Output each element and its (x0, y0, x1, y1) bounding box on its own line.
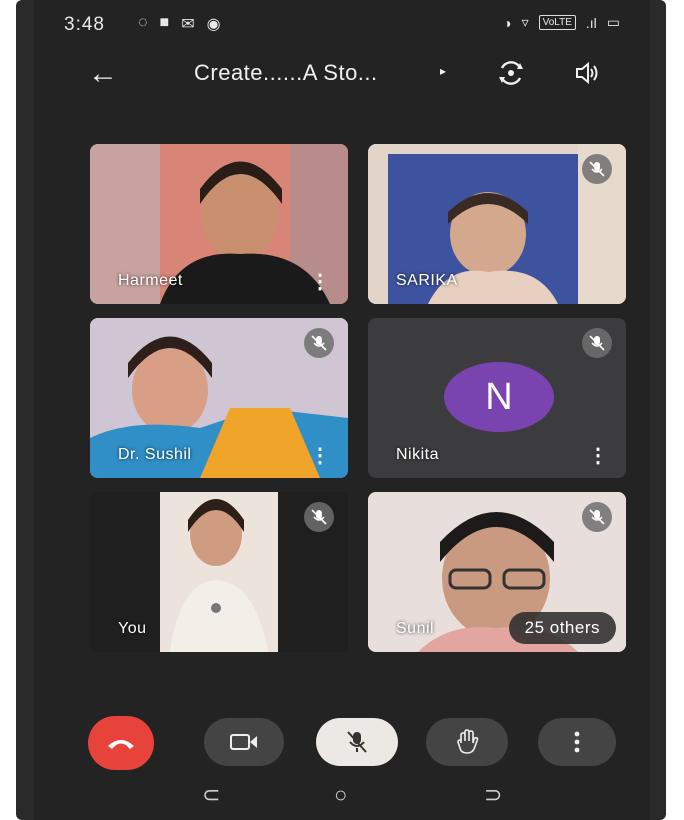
mic-off-icon (347, 731, 367, 753)
more-options-icon[interactable]: ⋮ (588, 446, 608, 466)
camera-toggle-button[interactable] (204, 718, 284, 766)
participant-name: Sunil (396, 620, 435, 637)
mic-off-badge (304, 328, 334, 358)
mic-off-badge (304, 502, 334, 532)
mic-off-icon (589, 161, 605, 177)
participant-name: SARIKA (396, 272, 458, 289)
system-icons: ◑ ▿ VoLTE .ıl ▭ (503, 14, 620, 31)
facebook-icon: ■ (159, 14, 170, 31)
participant-name: Dr. Sushil (118, 446, 192, 463)
status-bar: 3:48 ◌ ■ ✉ ◉ ◑ ▿ VoLTE .ıl ▭ (34, 0, 650, 52)
participant-name: Harmeet (118, 272, 183, 289)
meeting-toolbar: ← Create......A Sto... ▸ (34, 52, 650, 100)
mic-off-badge (582, 328, 612, 358)
end-call-button[interactable] (88, 716, 154, 770)
mic-off-icon (311, 509, 327, 525)
more-options-icon[interactable]: ⋮ (310, 272, 330, 292)
others-count-badge[interactable]: 25 others (508, 612, 616, 644)
participant-tile-harmeet[interactable]: Harmeet ⋮ (90, 144, 348, 304)
mic-off-icon (311, 335, 327, 351)
raise-hand-button[interactable] (426, 718, 508, 766)
mic-toggle-button[interactable] (316, 718, 398, 766)
notification-icons: ◌ ■ ✉ ◉ (138, 14, 221, 34)
mic-off-badge (582, 502, 612, 532)
gmail-icon: ✉ (181, 16, 195, 33)
chevron-right-icon[interactable]: ▸ (440, 64, 446, 78)
call-controls (34, 712, 650, 774)
mic-off-icon (589, 509, 605, 525)
nav-back-icon[interactable]: ⊂ (202, 782, 220, 808)
phone-frame: 3:48 ◌ ■ ✉ ◉ ◑ ▿ VoLTE .ıl ▭ ← Create...… (16, 0, 666, 820)
participant-tile-nikita[interactable]: N Nikita ⋮ (368, 318, 626, 478)
battery-icon: ▭ (606, 14, 620, 30)
participant-tile-you[interactable]: You (90, 492, 348, 652)
participant-tile-sunil[interactable]: Sunil 25 others (368, 492, 626, 652)
nav-recents-icon[interactable]: ⊃ (484, 782, 502, 808)
participant-name: Nikita (396, 446, 440, 463)
video-camera-icon (230, 734, 257, 750)
nav-home-icon[interactable]: ○ (334, 782, 347, 808)
data-saver-icon: ◑ (503, 14, 512, 31)
notification-icon: ◌ (138, 14, 148, 31)
system-nav-bar: ⊂ ○ ⊃ (34, 782, 650, 820)
hang-up-icon (108, 740, 134, 749)
mic-off-icon (589, 335, 605, 351)
participant-tile-sarika[interactable]: SARIKA (368, 144, 626, 304)
back-arrow-icon[interactable]: ← (88, 56, 118, 92)
more-options-button[interactable] (538, 718, 616, 766)
wifi-icon: ▿ (521, 14, 529, 30)
mic-off-badge (582, 154, 612, 184)
participant-name: You (118, 620, 147, 637)
avatar: N (444, 362, 554, 432)
meeting-screen: 3:48 ◌ ■ ✉ ◉ ◑ ▿ VoLTE .ıl ▭ ← Create...… (34, 0, 650, 820)
more-vert-icon (574, 731, 580, 753)
camera-indicator-icon: ◉ (206, 16, 221, 33)
switch-camera-icon[interactable] (494, 56, 528, 90)
participant-tile-dr-sushil[interactable]: Dr. Sushil ⋮ (90, 318, 348, 478)
status-time: 3:48 (64, 14, 105, 35)
more-options-icon[interactable]: ⋮ (310, 446, 330, 466)
meeting-title[interactable]: Create......A Sto... (194, 60, 378, 86)
speaker-icon[interactable] (574, 60, 600, 86)
signal-icon: .ıl (585, 14, 597, 31)
hand-icon (457, 729, 479, 754)
volte-badge: VoLTE (538, 15, 576, 30)
